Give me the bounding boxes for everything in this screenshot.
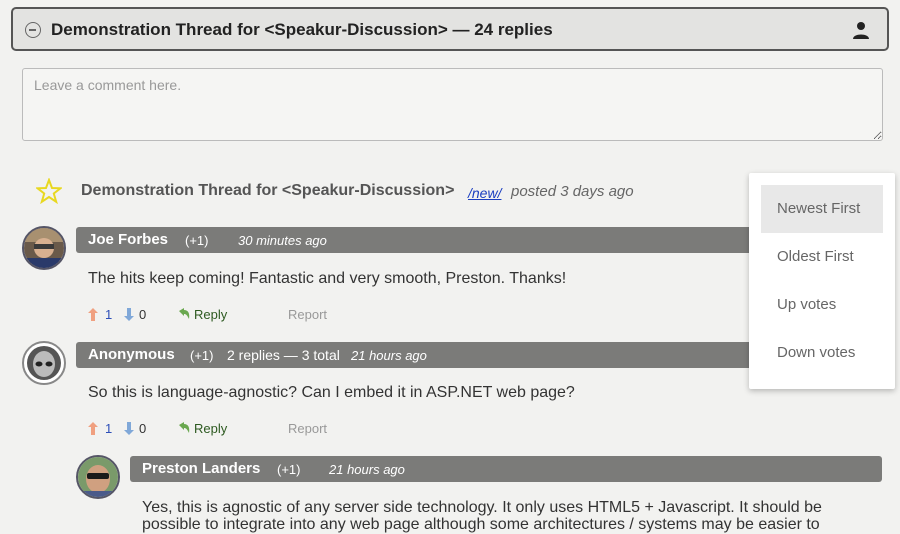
comment-text: So this is language-agnostic? Can I embe… bbox=[88, 384, 575, 401]
collapse-icon[interactable] bbox=[25, 22, 41, 38]
sort-option-newest[interactable]: Newest First bbox=[761, 185, 883, 233]
sort-menu: Newest First Oldest First Up votes Down … bbox=[749, 173, 895, 389]
downvote-icon[interactable] bbox=[124, 308, 134, 321]
author-name[interactable]: Anonymous bbox=[88, 346, 175, 363]
posted-time: posted 3 days ago bbox=[511, 183, 634, 200]
comment-author-bar: Preston Landers (+1) 21 hours ago bbox=[130, 456, 882, 482]
star-icon[interactable] bbox=[36, 178, 62, 204]
upvote-count: 1 bbox=[105, 307, 113, 322]
reply-button[interactable]: Reply bbox=[194, 307, 227, 322]
author-name[interactable]: Preston Landers bbox=[142, 460, 260, 477]
comment-input[interactable] bbox=[22, 68, 883, 141]
new-link[interactable]: /new/ bbox=[468, 185, 501, 201]
comment-text: The hits keep coming! Fantastic and very… bbox=[88, 270, 567, 287]
sort-option-upvotes[interactable]: Up votes bbox=[761, 281, 883, 329]
comment-text: possible to integrate into any web page … bbox=[142, 516, 820, 533]
downvote-icon[interactable] bbox=[124, 422, 134, 435]
comment-actions: 1 0 Reply Report bbox=[88, 307, 348, 325]
comment-author-bar: Joe Forbes (+1) 30 minutes ago bbox=[76, 227, 756, 253]
avatar[interactable] bbox=[22, 226, 66, 270]
comment-text: Yes, this is agnostic of any server side… bbox=[142, 499, 822, 516]
author-name[interactable]: Joe Forbes bbox=[88, 231, 168, 248]
header-title: Demonstration Thread for <Speakur-Discus… bbox=[51, 20, 553, 39]
comment-score: (+1) bbox=[190, 348, 214, 363]
upvote-icon[interactable] bbox=[88, 422, 98, 435]
avatar[interactable] bbox=[22, 341, 66, 385]
report-button[interactable]: Report bbox=[288, 421, 327, 436]
comment-time: 30 minutes ago bbox=[238, 233, 327, 248]
replies-count[interactable]: 2 replies — 3 total bbox=[227, 347, 340, 363]
thread-header[interactable]: Demonstration Thread for <Speakur-Discus… bbox=[11, 7, 889, 51]
sort-option-oldest[interactable]: Oldest First bbox=[761, 233, 883, 281]
reply-icon[interactable] bbox=[178, 308, 190, 320]
reply-icon[interactable] bbox=[178, 422, 190, 434]
comment-author-bar: Anonymous (+1) 2 replies — 3 total 21 ho… bbox=[76, 342, 756, 368]
upvote-icon[interactable] bbox=[88, 308, 98, 321]
thread-title: Demonstration Thread for <Speakur-Discus… bbox=[81, 182, 455, 199]
sort-option-downvotes[interactable]: Down votes bbox=[761, 329, 883, 377]
comment-time: 21 hours ago bbox=[351, 348, 427, 363]
upvote-count: 1 bbox=[105, 421, 113, 436]
comment-score: (+1) bbox=[277, 462, 301, 477]
comment-score: (+1) bbox=[185, 233, 209, 248]
user-icon[interactable] bbox=[851, 20, 871, 40]
comment-actions: 1 0 Reply Report bbox=[88, 421, 348, 439]
avatar[interactable] bbox=[76, 455, 120, 499]
downvote-count: 0 bbox=[139, 421, 147, 436]
report-button[interactable]: Report bbox=[288, 307, 327, 322]
reply-button[interactable]: Reply bbox=[194, 421, 227, 436]
downvote-count: 0 bbox=[139, 307, 147, 322]
comment-time: 21 hours ago bbox=[329, 462, 405, 477]
